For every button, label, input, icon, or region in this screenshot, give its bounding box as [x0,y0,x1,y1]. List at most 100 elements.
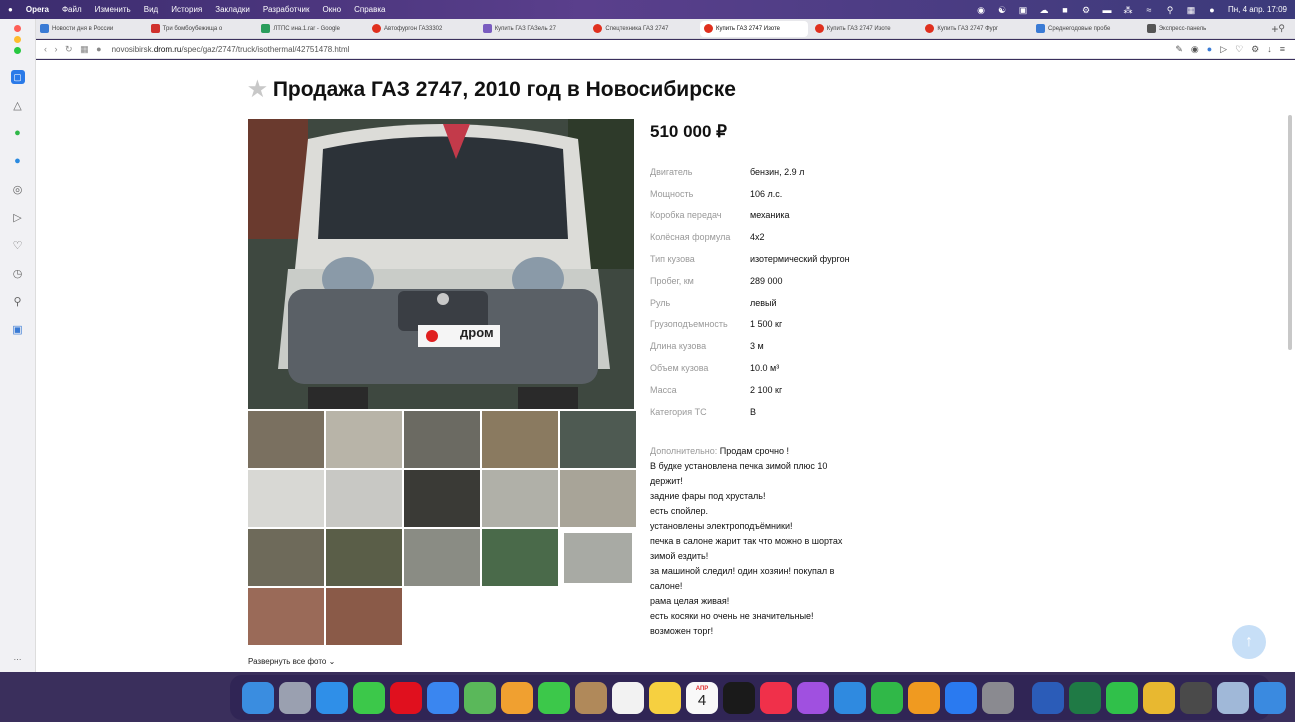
browser-tab[interactable]: Купить ГАЗ 2747 Фург [921,21,1029,37]
history-icon[interactable]: ◷ [11,266,25,280]
bluetooth-icon[interactable]: ⁂ [1123,5,1133,15]
photo-thumbnail[interactable] [560,470,636,527]
pinboard-icon[interactable]: ⚲ [11,294,25,308]
finder-window-icon[interactable] [1217,681,1249,714]
menu-item-developer[interactable]: Разработчик [263,5,310,14]
menu-item-opera[interactable]: Opera [26,5,49,14]
clock[interactable]: Пн, 4 апр. 17:09 [1228,5,1287,14]
speed-dial-sidebar-icon[interactable]: △ [11,98,25,112]
menu-item-file[interactable]: Файл [62,5,82,14]
menu-item-edit[interactable]: Изменить [95,5,131,14]
photo-thumbnail[interactable] [326,588,402,645]
photo-thumbnail[interactable] [564,533,632,583]
numbers-icon[interactable] [871,681,903,714]
control-center-icon[interactable]: ▦ [1186,5,1196,15]
photo-thumbnail[interactable] [326,470,402,527]
chrome-icon[interactable] [1143,681,1175,714]
photo-thumbnail[interactable] [482,529,558,586]
music-icon[interactable] [760,681,792,714]
menu-icon[interactable]: ≡ [1280,44,1285,55]
url-field[interactable]: novosibirsk.drom.ru/spec/gaz/2747/truck/… [112,45,350,54]
podcasts-icon[interactable] [797,681,829,714]
back-icon[interactable]: ‹ [44,44,47,54]
browser-tab[interactable]: ЛТПС ина.1.rar - Google [257,21,365,37]
menu-item-help[interactable]: Справка [354,5,385,14]
telegram-icon[interactable]: ● [11,154,25,168]
camera-icon[interactable]: ◉ [1191,44,1199,55]
system-preferences-icon[interactable] [982,681,1014,714]
flow-icon[interactable]: ▷ [11,210,25,224]
excel-icon[interactable] [1069,681,1101,714]
browser-tab[interactable]: Среднегодовые пробе [1032,21,1140,37]
status-icon[interactable]: ■ [1060,5,1070,15]
photo-thumbnail[interactable] [404,411,480,468]
photo-thumbnail[interactable] [326,411,402,468]
tor-icon[interactable] [1180,681,1212,714]
finder-icon[interactable] [242,681,274,714]
photo-thumbnail[interactable] [326,529,402,586]
scroll-to-top-button[interactable]: ↑ [1232,625,1266,659]
contacts-icon[interactable] [575,681,607,714]
new-tab-button[interactable]: + [1271,22,1278,36]
sidebar-more-icon[interactable]: ⋯ [11,652,25,666]
page-scrollbar[interactable] [1285,60,1295,672]
facetime-icon[interactable] [538,681,570,714]
main-photo[interactable]: дром [248,119,634,409]
status-icon[interactable]: ▬ [1102,5,1112,15]
spotlight-search-icon[interactable]: ⚲ [1165,5,1175,15]
player-icon[interactable]: ◎ [11,182,25,196]
photos-icon[interactable] [501,681,533,714]
photo-thumbnail[interactable] [404,470,480,527]
browser-tab[interactable]: Три бомбоубежища о [147,21,255,37]
whatsapp-icon[interactable] [1106,681,1138,714]
menu-item-bookmarks[interactable]: Закладки [215,5,250,14]
tv-icon[interactable] [723,681,755,714]
photo-thumbnail[interactable] [482,470,558,527]
maps-icon[interactable] [464,681,496,714]
safari-icon[interactable] [316,681,348,714]
opera-icon[interactable] [390,681,422,714]
photo-thumbnail[interactable] [248,470,324,527]
browser-tab[interactable]: Спецтехника ГАЗ 2747 [589,21,697,37]
photo-thumbnail[interactable] [482,411,558,468]
reminders-icon[interactable] [612,681,644,714]
status-icon[interactable]: ◉ [976,5,986,15]
browser-tab[interactable]: Экспресс-панель [1143,21,1251,37]
snapshot-icon[interactable]: ✎ [1175,44,1183,55]
browser-tab[interactable]: Купить ГАЗ 2747 Изоте [811,21,919,37]
keynote-icon[interactable] [834,681,866,714]
apple-icon[interactable]: ● [8,5,13,14]
menu-item-view[interactable]: Вид [144,5,158,14]
photo-thumbnail[interactable] [560,411,636,468]
close-window-icon[interactable] [14,25,21,32]
photo-thumbnail[interactable] [248,588,324,645]
menu-item-history[interactable]: История [171,5,202,14]
browser-tab[interactable]: Купить ГАЗ ГАЗель 27 [479,21,587,37]
wifi-icon[interactable]: ≈ [1144,5,1154,15]
mail-icon[interactable] [427,681,459,714]
minimize-window-icon[interactable] [14,36,21,43]
status-icon[interactable]: ☯ [997,5,1007,15]
forward-icon[interactable]: › [55,44,58,54]
photo-thumbnail[interactable] [404,529,480,586]
status-icon[interactable]: ⚙ [1081,5,1091,15]
send-icon[interactable]: ▷ [1220,44,1227,55]
download-icon[interactable]: ↓ [1267,44,1272,55]
calendar-icon[interactable]: АПР 4 [686,681,718,714]
pages-icon[interactable] [908,681,940,714]
extension-sidebar-icon[interactable]: ▣ [11,322,25,336]
favorite-star-icon[interactable]: ★ [248,78,267,101]
notes-icon[interactable] [649,681,681,714]
launchpad-icon[interactable] [279,681,311,714]
photo-thumbnail[interactable] [248,529,324,586]
zoom-window-icon[interactable] [14,47,21,54]
bookmarks-icon[interactable]: ♡ [11,238,25,252]
scrollbar-thumb[interactable] [1288,115,1292,350]
appstore-icon[interactable] [945,681,977,714]
heart-icon[interactable]: ♡ [1235,44,1243,55]
menu-item-window[interactable]: Окно [323,5,342,14]
status-icon[interactable]: ☁ [1039,5,1049,15]
extensions-icon[interactable]: ⚙ [1251,44,1259,55]
siri-icon[interactable]: ● [1207,5,1217,15]
photo-thumbnail[interactable] [248,411,324,468]
